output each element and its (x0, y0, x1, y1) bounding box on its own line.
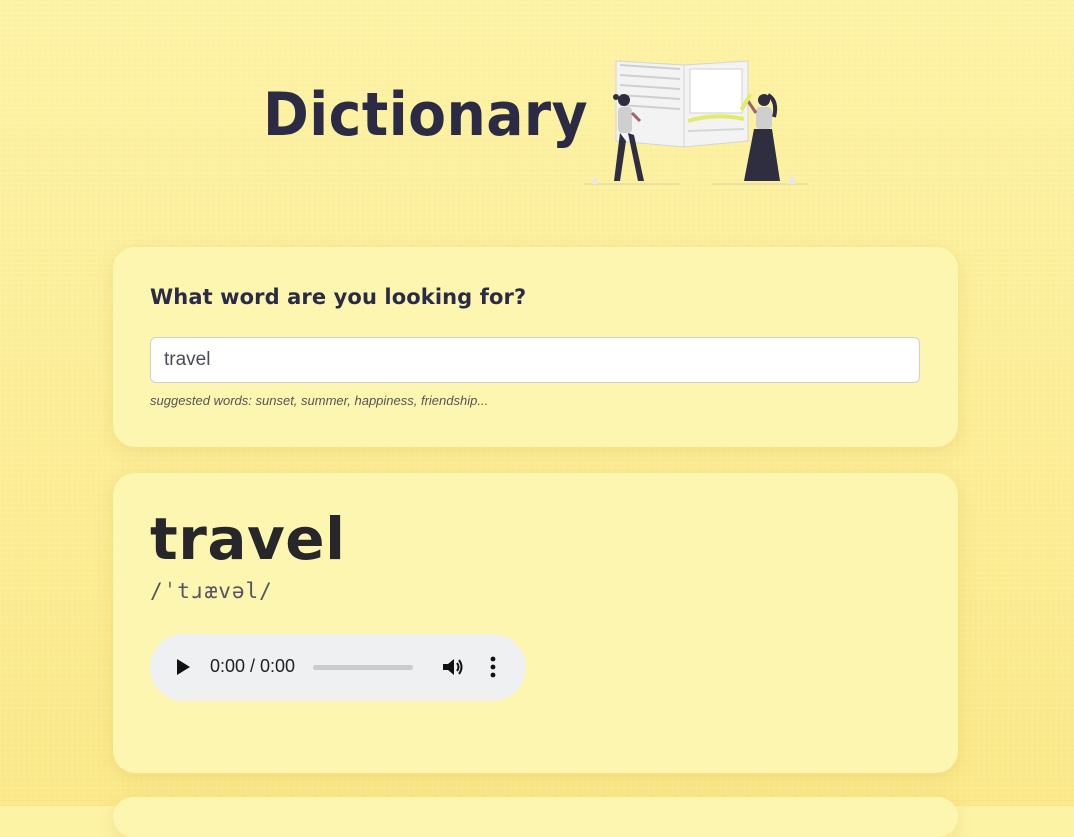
result-word: travel (150, 505, 346, 573)
phonetic-transcription: /ˈtɹævəl/ (150, 579, 273, 603)
reading-book-illustration (584, 60, 808, 185)
search-input[interactable] (150, 337, 920, 383)
volume-icon[interactable] (441, 656, 465, 678)
search-card: What word are you looking for? suggested… (113, 247, 958, 447)
suggested-words-hint: suggested words: sunset, summer, happine… (150, 393, 489, 408)
page-header: Dictionary (0, 0, 1074, 210)
search-prompt: What word are you looking for? (150, 285, 527, 309)
audio-player: 0:00 / 0:00 (150, 634, 526, 701)
audio-time: 0:00 / 0:00 (210, 656, 296, 676)
audio-progress-slider[interactable] (313, 665, 413, 670)
next-result-card (113, 797, 958, 837)
page-title: Dictionary (263, 80, 589, 150)
result-card: travel /ˈtɹævəl/ 0:00 / 0:00 (113, 473, 958, 773)
play-icon[interactable] (174, 657, 192, 677)
more-vertical-icon[interactable] (487, 655, 499, 679)
